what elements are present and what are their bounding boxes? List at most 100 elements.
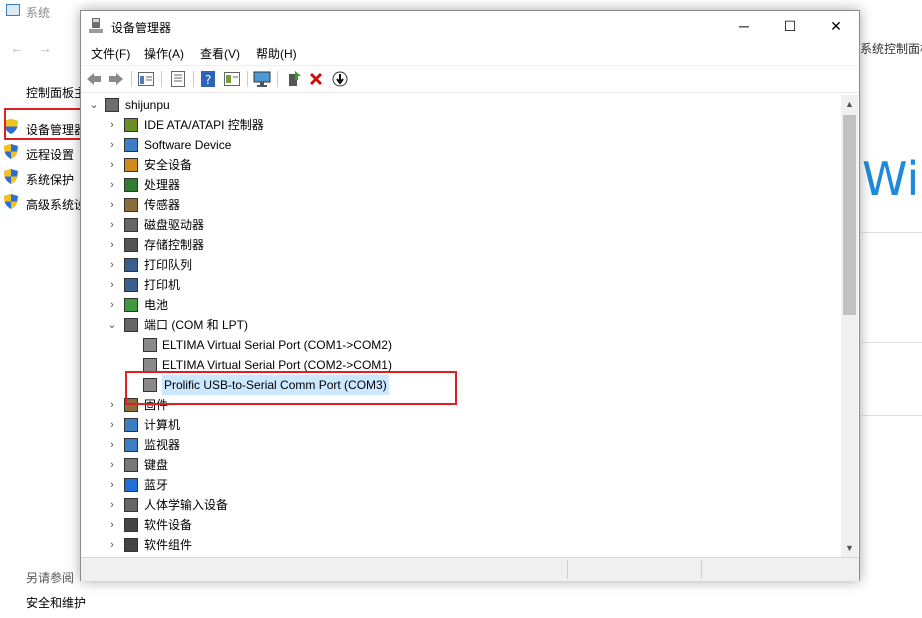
- menu-action[interactable]: 操作(A): [144, 45, 184, 62]
- chevron-right-icon[interactable]: ›: [107, 155, 117, 175]
- scan-hardware-icon[interactable]: [331, 70, 349, 88]
- tree-item[interactable]: › 键盘: [81, 455, 821, 475]
- tree-item[interactable]: › 软件设备: [81, 515, 821, 535]
- tree-item[interactable]: › 计算机: [81, 415, 821, 435]
- breadcrumb[interactable]: 系统控制面板: [860, 40, 922, 57]
- maximize-button[interactable]: ☐: [767, 11, 813, 41]
- tree-item-label: shijunpu: [125, 98, 170, 112]
- chevron-right-icon[interactable]: ›: [107, 415, 117, 435]
- see-also-heading: 另请参阅: [26, 571, 75, 585]
- vertical-scrollbar[interactable]: ▲ ▼: [841, 95, 858, 557]
- tree-child-item[interactable]: ELTIMA Virtual Serial Port (COM1->COM2): [81, 335, 821, 355]
- remote-settings-link[interactable]: 远程设置: [26, 146, 74, 163]
- chevron-right-icon[interactable]: ›: [107, 215, 117, 235]
- tree-item[interactable]: › IDE ATA/ATAPI 控制器: [81, 115, 821, 135]
- chevron-down-icon[interactable]: ⌄: [107, 315, 117, 335]
- serial-port-icon: [143, 358, 157, 372]
- tree-item[interactable]: › 打印队列: [81, 255, 821, 275]
- back-arrow-icon[interactable]: [85, 70, 103, 88]
- back-forward-nav[interactable]: ←→: [10, 40, 66, 56]
- bluetooth-icon: [124, 478, 138, 492]
- tree-item[interactable]: › 人体学输入设备: [81, 495, 821, 515]
- tree-item-label: ELTIMA Virtual Serial Port (COM1->COM2): [162, 338, 392, 352]
- highlight-box-prolific-port: [125, 371, 457, 405]
- ide-controller-icon: [124, 118, 138, 132]
- menu-view[interactable]: 查看(V): [200, 45, 240, 62]
- chevron-right-icon[interactable]: ›: [107, 435, 117, 455]
- tree-item[interactable]: › 打印机: [81, 275, 821, 295]
- tree-item[interactable]: ⌄ 端口 (COM 和 LPT): [81, 315, 821, 335]
- scrollbar-thumb[interactable]: [843, 115, 856, 315]
- action-icon[interactable]: [223, 70, 241, 88]
- tree-item[interactable]: › 电池: [81, 295, 821, 315]
- chevron-right-icon[interactable]: ›: [107, 495, 117, 515]
- chevron-right-icon[interactable]: ›: [107, 255, 117, 275]
- scroll-down-icon[interactable]: ▼: [845, 543, 854, 553]
- computer-root-icon: [105, 98, 119, 112]
- system-protection-link[interactable]: 系统保护: [26, 171, 74, 188]
- tree-item-label: 软件设备: [144, 518, 193, 532]
- minimize-button[interactable]: ─: [721, 11, 767, 41]
- shield-icon: [4, 194, 18, 212]
- menu-help[interactable]: 帮助(H): [256, 45, 297, 62]
- chevron-right-icon[interactable]: ›: [107, 535, 117, 555]
- processor-icon: [124, 178, 138, 192]
- chevron-right-icon[interactable]: ›: [107, 135, 117, 155]
- tree-root[interactable]: ⌄ shijunpu: [81, 95, 821, 115]
- chevron-right-icon[interactable]: ›: [107, 235, 117, 255]
- device-tree[interactable]: ⌄ shijunpu › IDE ATA/ATAPI 控制器 › Software Dev…: [81, 95, 841, 557]
- tree-item-label: 人体学输入设备: [144, 498, 229, 512]
- chevron-right-icon[interactable]: ›: [107, 515, 117, 535]
- tree-item[interactable]: › 存储控制器: [81, 235, 821, 255]
- forward-arrow-icon[interactable]: [107, 70, 125, 88]
- menu-bar: 文件(F) 操作(A) 查看(V) 帮助(H): [81, 41, 859, 63]
- shield-icon: [4, 144, 18, 162]
- chevron-right-icon[interactable]: ›: [107, 455, 117, 475]
- title-bar[interactable]: 设备管理器 ─ ☐ ✕: [81, 11, 859, 41]
- tree-item[interactable]: › 监视器: [81, 435, 821, 455]
- divider: [862, 232, 922, 233]
- tree-item[interactable]: › 软件组件: [81, 535, 821, 555]
- chevron-right-icon[interactable]: ›: [107, 295, 117, 315]
- chevron-right-icon[interactable]: ›: [107, 115, 117, 135]
- status-bar: [81, 557, 859, 581]
- menu-file[interactable]: 文件(F): [91, 45, 130, 62]
- uninstall-icon[interactable]: [307, 70, 325, 88]
- print-queue-icon: [124, 258, 138, 272]
- chevron-right-icon[interactable]: ›: [107, 475, 117, 495]
- update-driver-icon[interactable]: [285, 70, 303, 88]
- tree-item-label: 传感器: [144, 198, 181, 212]
- close-button[interactable]: ✕: [813, 11, 859, 41]
- tree-item[interactable]: › 传感器: [81, 195, 821, 215]
- chevron-right-icon[interactable]: ›: [107, 175, 117, 195]
- tree-item[interactable]: › Software Device: [81, 135, 821, 155]
- control-panel-home-link[interactable]: 控制面板主: [26, 84, 86, 101]
- advanced-system-settings-link[interactable]: 高级系统设: [26, 196, 86, 213]
- tree-item[interactable]: › 安全设备: [81, 155, 821, 175]
- tree-item[interactable]: › 磁盘驱动器: [81, 215, 821, 235]
- security-maintenance-link[interactable]: 安全和维护: [26, 594, 86, 611]
- tree-item[interactable]: › 处理器: [81, 175, 821, 195]
- sensor-icon: [124, 198, 138, 212]
- chevron-right-icon[interactable]: ›: [107, 395, 117, 415]
- status-divider: [567, 560, 568, 579]
- software-device-icon: [124, 138, 138, 152]
- help-icon[interactable]: ?: [199, 70, 217, 88]
- tree-item[interactable]: › 蓝牙: [81, 475, 821, 495]
- system-window-icon: [6, 4, 20, 16]
- chevron-down-icon[interactable]: ⌄: [89, 95, 99, 115]
- chevron-right-icon[interactable]: ›: [107, 195, 117, 215]
- software-module-icon: [124, 538, 138, 552]
- software-component-icon: [124, 518, 138, 532]
- serial-port-icon: [143, 338, 157, 352]
- disk-drive-icon: [124, 218, 138, 232]
- properties-icon[interactable]: [137, 70, 155, 88]
- show-hidden-icon[interactable]: [169, 70, 187, 88]
- window-title: 设备管理器: [111, 21, 172, 35]
- scroll-up-icon[interactable]: ▲: [845, 99, 854, 109]
- tree-item-label: 安全设备: [144, 158, 193, 172]
- chevron-right-icon[interactable]: ›: [107, 275, 117, 295]
- keyboard-icon: [124, 458, 138, 472]
- monitor-icon[interactable]: [253, 70, 271, 88]
- status-divider: [701, 560, 702, 579]
